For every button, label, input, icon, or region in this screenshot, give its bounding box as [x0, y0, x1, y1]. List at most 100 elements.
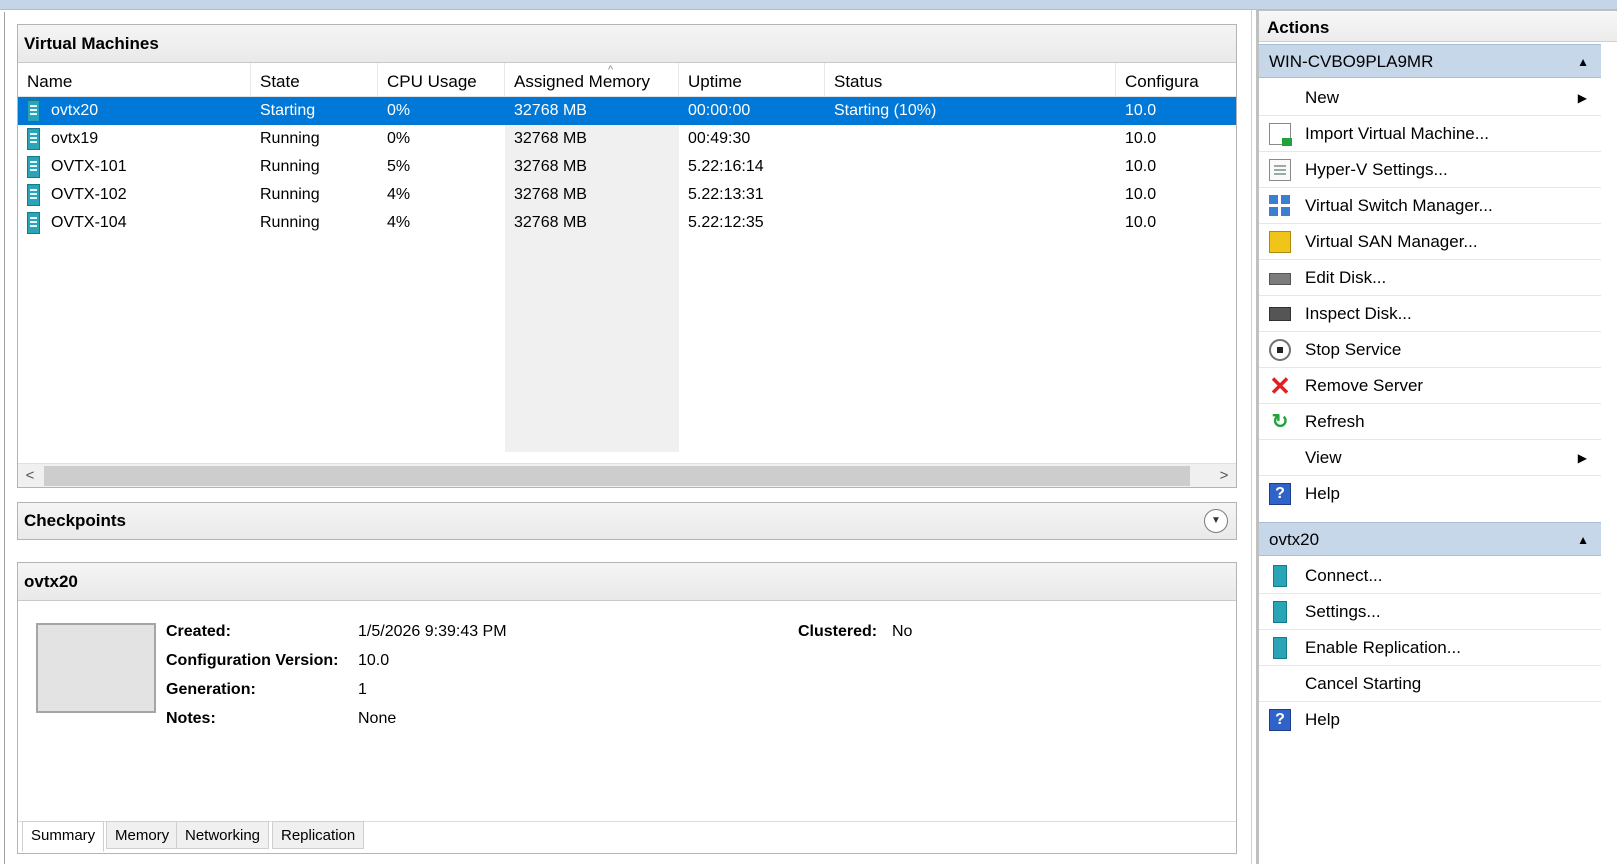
vm-actions-header[interactable]: ovtx20 ▲: [1259, 522, 1601, 556]
scroll-left-arrow-icon[interactable]: <: [18, 464, 42, 488]
help-icon: ?: [1269, 709, 1291, 731]
scrollbar-thumb[interactable]: [44, 466, 1190, 486]
action-remove-server[interactable]: ✕ Remove Server: [1259, 368, 1601, 404]
action-help-server[interactable]: ? Help: [1259, 476, 1601, 512]
tab-networking[interactable]: Networking: [176, 821, 270, 849]
notes-value: None: [358, 710, 397, 727]
action-label: Help: [1305, 484, 1340, 503]
vm-status: [825, 125, 834, 153]
generation-label: Generation:: [166, 681, 256, 698]
action-stop-service[interactable]: Stop Service: [1259, 332, 1601, 368]
server-actions-header[interactable]: WIN-CVBO9PLA9MR ▲: [1259, 44, 1601, 78]
vm-row-ovtx-101[interactable]: OVTX-101 Running 5% 32768 MB 5.22:16:14 …: [18, 153, 1236, 181]
clustered-label: Clustered:: [798, 623, 878, 640]
tab-replication[interactable]: Replication: [272, 821, 365, 849]
connect-icon: [1273, 565, 1287, 587]
action-import-virtual-machine[interactable]: Import Virtual Machine...: [1259, 116, 1601, 152]
vm-list[interactable]: ovtx20 Starting 0% 32768 MB 00:00:00 Sta…: [18, 97, 1236, 452]
vm-details-panel: ovtx20 Created: 1/5/2026 9:39:43 PM Conf…: [17, 562, 1237, 854]
settings-doc-icon: [1269, 159, 1291, 181]
tab-memory[interactable]: Memory: [106, 821, 179, 849]
vm-uptime: 5.22:13:31: [688, 186, 764, 203]
action-label: Virtual SAN Manager...: [1305, 232, 1478, 251]
tab-summary[interactable]: Summary: [22, 821, 105, 852]
stop-icon: [1269, 339, 1291, 361]
action-label: Import Virtual Machine...: [1305, 124, 1489, 143]
vm-row-ovtx20[interactable]: ovtx20 Starting 0% 32768 MB 00:00:00 Sta…: [18, 97, 1236, 125]
action-label: Refresh: [1305, 412, 1365, 431]
column-header-assigned-memory[interactable]: Assigned Memory: [505, 63, 679, 97]
action-label: Virtual Switch Manager...: [1305, 196, 1493, 215]
column-header-status[interactable]: Status: [825, 63, 1116, 97]
action-label: Hyper-V Settings...: [1305, 160, 1448, 179]
vm-memory: 32768 MB: [514, 158, 587, 175]
action-label: Connect...: [1305, 566, 1383, 585]
vm-row-ovtx19[interactable]: ovtx19 Running 0% 32768 MB 00:49:30 10.0: [18, 125, 1236, 153]
x-icon: ✕: [1269, 371, 1291, 401]
action-label: Settings...: [1305, 602, 1381, 621]
column-header-uptime[interactable]: Uptime: [679, 63, 825, 97]
san-icon: [1269, 231, 1291, 253]
vm-status: [825, 181, 834, 209]
created-value: 1/5/2026 9:39:43 PM: [358, 623, 507, 640]
vm-row-ovtx-102[interactable]: OVTX-102 Running 4% 32768 MB 5.22:13:31 …: [18, 181, 1236, 209]
created-label: Created:: [166, 623, 231, 640]
config-version-value: 10.0: [358, 652, 390, 669]
action-enable-replication[interactable]: Enable Replication...: [1259, 630, 1601, 666]
vm-cpu: 4%: [387, 214, 411, 231]
vm-thumbnail[interactable]: [36, 623, 156, 713]
action-virtual-switch-manager[interactable]: Virtual Switch Manager...: [1259, 188, 1601, 224]
vm-cpu: 4%: [387, 186, 411, 203]
action-view[interactable]: View ▶: [1259, 440, 1601, 476]
vm-memory: 32768 MB: [514, 102, 587, 119]
vm-name: ovtx19: [51, 130, 99, 147]
vm-row-ovtx-104[interactable]: OVTX-104 Running 4% 32768 MB 5.22:12:35 …: [18, 209, 1236, 237]
action-label: View: [1305, 448, 1342, 467]
vm-memory: 32768 MB: [514, 186, 587, 203]
generation-value: 1: [358, 681, 367, 698]
vm-config-version: 10.0: [1125, 158, 1157, 175]
column-header-state[interactable]: State: [251, 63, 378, 97]
sort-caret-icon: ^: [608, 64, 614, 76]
clustered-value: No: [892, 623, 913, 640]
collapse-up-icon[interactable]: ▲: [1577, 523, 1589, 557]
action-label: Cancel Starting: [1305, 674, 1422, 693]
vm-state: Running: [260, 158, 320, 175]
config-version-label: Configuration Version:: [166, 652, 339, 669]
expand-checkpoints-icon[interactable]: ▼: [1204, 509, 1228, 533]
collapse-up-icon[interactable]: ▲: [1577, 45, 1589, 79]
action-new[interactable]: New ▶: [1259, 80, 1601, 116]
vm-name: ovtx20: [51, 102, 99, 119]
action-help-vm[interactable]: ? Help: [1259, 702, 1601, 738]
vm-column-headers: Name State CPU Usage Assigned Memory Upt…: [18, 63, 1236, 97]
column-header-configuration[interactable]: Configura: [1116, 63, 1236, 97]
vm-details-title: ovtx20: [18, 563, 1236, 601]
column-header-name[interactable]: Name: [18, 63, 251, 97]
action-label: Stop Service: [1305, 340, 1402, 359]
vm-status: [825, 153, 834, 181]
center-pane: Virtual Machines Name State CPU Usage As…: [0, 10, 1252, 864]
action-cancel-starting[interactable]: Cancel Starting: [1259, 666, 1601, 702]
horizontal-scrollbar[interactable]: < >: [18, 463, 1236, 487]
help-icon: ?: [1269, 483, 1291, 505]
action-inspect-disk[interactable]: Inspect Disk...: [1259, 296, 1601, 332]
action-label: Help: [1305, 710, 1340, 729]
vm-state: Running: [260, 130, 320, 147]
action-label: Remove Server: [1305, 376, 1424, 395]
action-refresh[interactable]: ↻ Refresh: [1259, 404, 1601, 440]
action-virtual-san-manager[interactable]: Virtual SAN Manager...: [1259, 224, 1601, 260]
virtual-machines-title: Virtual Machines: [18, 25, 1236, 63]
action-connect[interactable]: Connect...: [1259, 558, 1601, 594]
action-hyperv-settings[interactable]: Hyper-V Settings...: [1259, 152, 1601, 188]
center-pane-inner: Virtual Machines Name State CPU Usage As…: [4, 12, 1248, 864]
scroll-right-arrow-icon[interactable]: >: [1212, 464, 1236, 488]
actions-pane: Actions WIN-CVBO9PLA9MR ▲ New ▶ Import V…: [1256, 10, 1617, 864]
vm-uptime: 5.22:16:14: [688, 158, 764, 175]
column-header-cpu-usage[interactable]: CPU Usage: [378, 63, 505, 97]
vm-config-version: 10.0: [1125, 214, 1157, 231]
vm-cpu: 0%: [387, 102, 411, 119]
action-vm-settings[interactable]: Settings...: [1259, 594, 1601, 630]
actions-title: Actions: [1259, 10, 1617, 42]
window-top-strip: [0, 0, 1617, 10]
action-edit-disk[interactable]: Edit Disk...: [1259, 260, 1601, 296]
